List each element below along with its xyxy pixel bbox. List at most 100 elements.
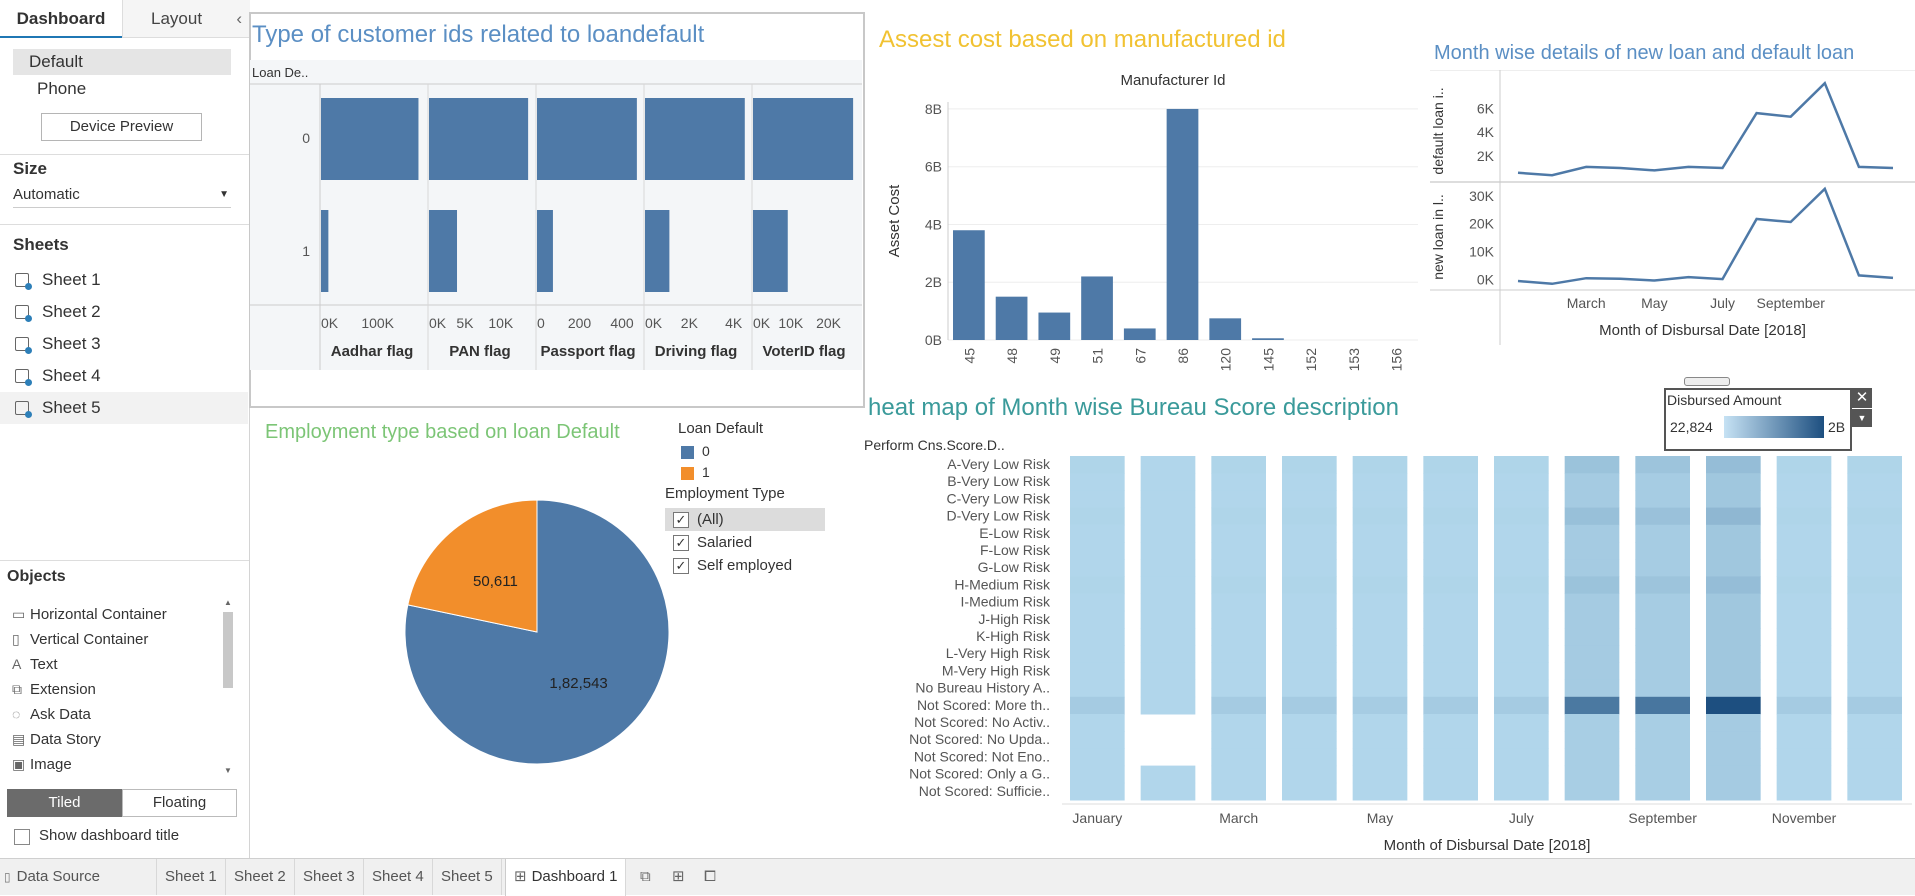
object-ask-data[interactable]: ◌ Ask Data [12,702,91,726]
row-label: D-Very Low Risk [947,508,1051,524]
heatmap-cell [1635,679,1690,698]
tab-sheet-4[interactable]: Sheet 4 [364,859,433,895]
new-dashboard-icon[interactable]: ⊞ [664,859,693,895]
row-label: Not Scored: No Activ.. [914,714,1050,730]
tick-label: 5K [456,315,474,331]
heatmap-cell [1423,456,1478,474]
new-worksheet-icon[interactable]: ⧉ [632,859,659,895]
sheet-item-1[interactable]: Sheet 1 [0,264,248,296]
object-text[interactable]: A Text [12,652,58,676]
size-dropdown[interactable]: Automatic ▼ [13,184,231,208]
device-preview-button[interactable]: Device Preview [41,113,202,141]
object-extension[interactable]: ⧉ Extension [12,677,96,701]
bar [1081,276,1113,340]
heatmap-cell [1423,507,1478,526]
checkbox-checked-icon[interactable]: ✓ [673,512,689,529]
heatmap-cell [1211,731,1266,749]
heatmap-cell [1494,748,1549,767]
tiled-toggle[interactable]: Tiled [7,789,122,817]
heatmap-cell [1635,593,1690,612]
floating-toggle[interactable]: Floating [122,789,237,817]
sheet-item-2[interactable]: Sheet 2 [0,296,248,328]
dropdown-arrow-icon[interactable]: ▼ [1852,409,1872,427]
image-icon: ▣ [12,756,26,772]
tab-sheet-1[interactable]: Sheet 1 [157,859,226,895]
heatmap-cell [1564,593,1620,612]
row-label: L-Very High Risk [946,645,1051,661]
sheets-title: Sheets [13,235,69,254]
heatmap-cell [1564,714,1620,732]
heatmap-cell [1211,610,1266,629]
filter-item-self-employed[interactable]: ✓ Self employed [665,554,825,577]
tab-sheet-3[interactable]: Sheet 3 [295,859,364,895]
x-tick-label: 45 [961,348,977,364]
scroll-down-icon[interactable]: ▼ [224,766,232,775]
show-title-checkbox[interactable] [14,829,30,845]
tab-dashboard-1[interactable]: ⊞ Dashboard 1 [505,859,627,896]
object-vertical-container[interactable]: ▯ Vertical Container [12,627,148,651]
heatmap-cell [1776,679,1832,698]
tab-sheet-2[interactable]: Sheet 2 [226,859,295,895]
new-story-icon[interactable]: ⧠ [696,859,724,895]
legend-max: 2B [1828,419,1846,435]
object-data-story[interactable]: ▤ Data Story [12,727,101,751]
object-horizontal-container[interactable]: ▭ Horizontal Container [12,602,167,626]
heatmap-cell [1211,559,1266,577]
heatmap-cell [1635,645,1690,663]
filter-item-salaried[interactable]: ✓ Salaried [665,531,825,554]
heatmap-cell [1776,559,1832,577]
heatmap-cell [1423,542,1478,560]
heatmap-cell [1706,507,1761,526]
heatmap-cell [1140,782,1196,801]
checkbox-checked-icon[interactable]: ✓ [673,535,689,552]
scrollbar-thumb[interactable] [223,612,233,688]
legend-label: 0 [702,443,710,459]
object-image[interactable]: ▣ Image [12,752,72,776]
heatmap-cell [1494,645,1549,663]
tab-dashboard[interactable]: Dashboard [0,0,122,38]
heatmap-cell [1070,473,1125,491]
sheet-item-4[interactable]: Sheet 4 [0,360,248,392]
legend-item-0[interactable]: 0 [681,443,710,459]
heatmap-cell [1494,473,1549,491]
heatmap-cell [1352,524,1408,543]
heatmap-cell [1282,679,1337,698]
row-label: Not Scored: Sufficie.. [919,783,1050,799]
checkbox-checked-icon[interactable]: ✓ [673,558,689,575]
sheet-item-3[interactable]: Sheet 3 [0,328,248,360]
y-tick-label: 8B [925,101,942,117]
scroll-up-icon[interactable]: ▲ [224,598,232,607]
sheet-item-5[interactable]: Sheet 5 [0,392,248,424]
heatmap-cell [1423,714,1478,732]
heatmap-cell [1423,696,1478,715]
row-header: Perform Cns.Score.D.. [864,437,1005,453]
close-icon[interactable]: ✕ [1852,388,1872,408]
heatmap-cell [1070,576,1125,595]
objects-scrollbar[interactable]: ▲ ▼ [222,598,234,778]
size-value: Automatic [13,186,80,203]
x-tick-label: 48 [1004,348,1020,364]
tab-sheet-5[interactable]: Sheet 5 [433,859,502,895]
heatmap-cell [1140,696,1196,715]
heatmap-cell [1494,782,1549,801]
tab-layout[interactable]: Layout ‹ [122,0,250,38]
text-icon: A [12,656,22,672]
heatmap-cell [1635,714,1690,732]
device-phone[interactable]: Phone [13,76,231,102]
heatmap-color-legend[interactable]: Disbursed Amount 22,824 2B [1664,388,1852,451]
tab-data-source[interactable]: ▯ Data Source [0,859,157,895]
filter-item-all[interactable]: ✓ (All) [665,508,825,531]
heatmap-cell [1352,696,1408,715]
drag-handle[interactable] [1684,377,1730,386]
heatmap-cell [1494,731,1549,749]
x-tick-label: March [1219,810,1258,826]
heatmap-cell [1352,507,1408,526]
heatmap-cell [1423,559,1478,577]
legend-item-1[interactable]: 1 [681,464,710,480]
heatmap-cell [1352,490,1408,509]
heatmap-cell [1706,593,1761,612]
collapse-chevron-icon[interactable]: ‹ [236,0,242,38]
heatmap-cell [1282,473,1337,491]
heatmap-cell [1211,593,1266,612]
device-default[interactable]: Default [13,49,231,75]
